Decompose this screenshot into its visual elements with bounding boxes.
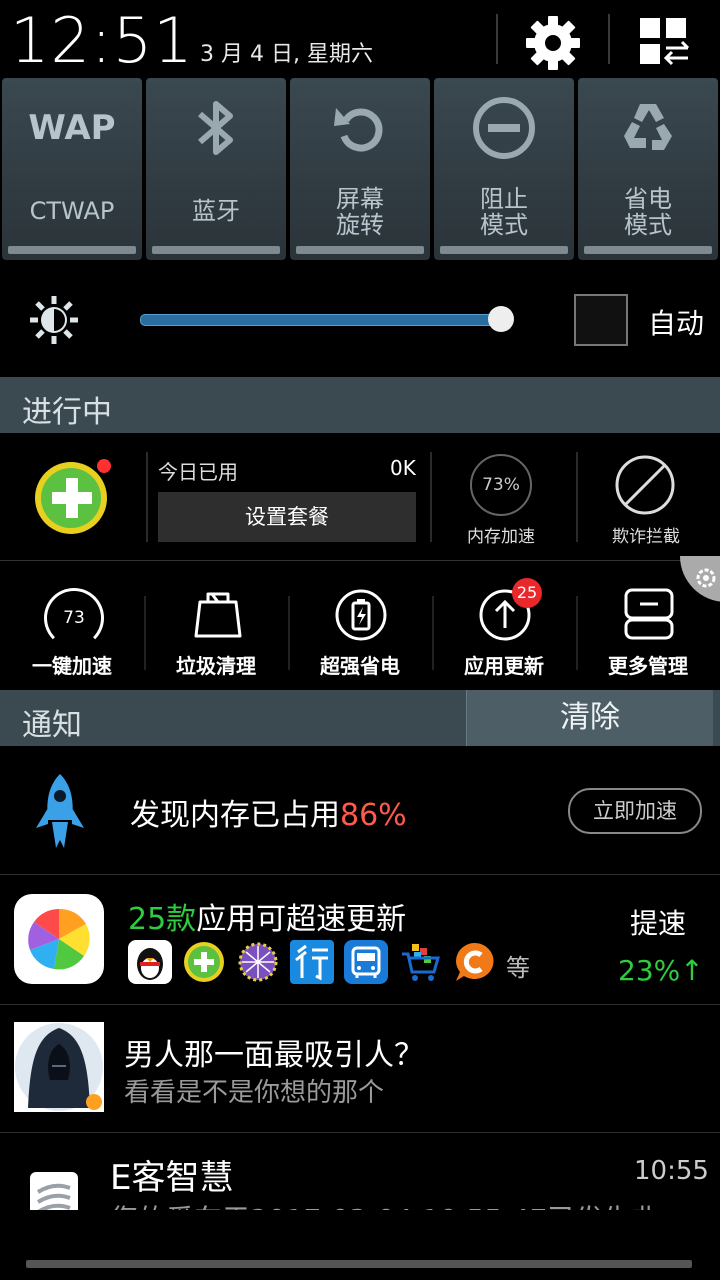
360-security-icon[interactable] bbox=[32, 456, 112, 536]
more-manage-tool[interactable]: 更多管理 bbox=[578, 584, 718, 684]
qq-penguin-icon bbox=[128, 940, 172, 984]
notifications-title: 通知 bbox=[22, 708, 82, 743]
boost-now-button[interactable]: 立即加速 bbox=[568, 788, 702, 834]
auto-brightness-checkbox[interactable] bbox=[574, 294, 628, 346]
toggle-label-line1: 阻止 bbox=[480, 185, 528, 213]
update-count-text: 25款 bbox=[128, 902, 197, 937]
fraud-block-icon[interactable] bbox=[614, 454, 676, 516]
update-title-text: 应用可超速更新 bbox=[196, 902, 407, 937]
notification-app-update[interactable]: 25款应用可超速更新 等 提速 23%↑ bbox=[0, 876, 720, 1002]
tool-label: 一键加速 bbox=[32, 654, 112, 678]
memory-notif-percent: 86% bbox=[340, 798, 407, 833]
notification-article[interactable]: 男人那一面最吸引人？ 看看是不是你想的那个 bbox=[0, 1006, 720, 1132]
block-icon bbox=[473, 97, 535, 159]
toggle-wap[interactable]: WAP CTWAP bbox=[2, 78, 142, 260]
notification-divider bbox=[0, 874, 720, 875]
toggle-label-line2: 旋转 bbox=[336, 211, 384, 239]
one-key-boost-tool[interactable]: 73 一键加速 bbox=[2, 584, 142, 684]
ongoing-title: 进行中 bbox=[22, 395, 112, 430]
travel-app-icon bbox=[290, 940, 334, 984]
manage-box-icon bbox=[624, 588, 674, 640]
set-plan-button[interactable]: 设置套餐 bbox=[158, 492, 416, 542]
app-update-tool[interactable]: 25 应用更新 bbox=[434, 578, 574, 684]
article-avatar bbox=[14, 1022, 104, 1112]
toggle-screen-rotation[interactable]: 屏幕 旋转 bbox=[290, 78, 430, 260]
trash-bag-icon bbox=[194, 592, 242, 638]
panel-divider bbox=[430, 452, 432, 542]
clear-notifications-button[interactable]: 清除 bbox=[466, 690, 713, 746]
toggle-label-line1: 省电 bbox=[624, 185, 672, 213]
boost-dial: 73 bbox=[44, 588, 104, 648]
super-power-save-tool[interactable]: 超强省电 bbox=[290, 584, 430, 684]
tool-label: 垃圾清理 bbox=[176, 654, 256, 678]
toggle-indicator bbox=[440, 246, 568, 254]
ek-subtitle: 您的爱车于2017-03-04 10:55:47已发生非 bbox=[110, 1198, 659, 1210]
article-title: 男人那一面最吸引人？ bbox=[124, 1038, 424, 1073]
panel-divider bbox=[146, 452, 148, 542]
clock-time: 12:51 bbox=[10, 4, 194, 77]
header-divider bbox=[496, 14, 498, 64]
today-used-value: 0K bbox=[390, 456, 416, 480]
rocket-icon bbox=[36, 774, 84, 848]
article-subtitle: 看看是不是你想的那个 bbox=[124, 1078, 385, 1108]
wap-icon-text: WAP bbox=[28, 108, 116, 148]
junk-clean-tool[interactable]: 垃圾清理 bbox=[146, 584, 286, 684]
toggle-label-line2: 模式 bbox=[480, 211, 528, 239]
toggle-indicator bbox=[584, 246, 712, 254]
notification-divider bbox=[0, 1004, 720, 1005]
tool-label: 应用更新 bbox=[464, 654, 544, 678]
toggle-block-mode[interactable]: 阻止 模式 bbox=[434, 78, 574, 260]
fraud-block-label: 欺诈拦截 bbox=[612, 527, 680, 547]
ek-app-icon bbox=[30, 1172, 78, 1210]
brightness-slider-track[interactable] bbox=[140, 314, 504, 326]
ongoing-section-header: 进行中 bbox=[0, 377, 720, 433]
shopping-cart-icon bbox=[398, 940, 442, 984]
ek-time: 10:55 bbox=[634, 1156, 709, 1186]
rotate-icon bbox=[334, 108, 383, 152]
toggle-bluetooth[interactable]: 蓝牙 bbox=[146, 78, 286, 260]
bottom-area bbox=[0, 1210, 720, 1280]
settings-gear-icon[interactable] bbox=[524, 14, 582, 72]
notification-divider bbox=[0, 1132, 720, 1133]
toggle-label-line2: 模式 bbox=[624, 211, 672, 239]
toggle-indicator bbox=[152, 246, 280, 254]
toggle-indicator bbox=[8, 246, 136, 254]
notification-memory[interactable]: 发现内存已占用86% 立即加速 bbox=[0, 748, 720, 874]
toggle-label: 蓝牙 bbox=[192, 197, 240, 225]
app-market-icon bbox=[14, 894, 104, 984]
brightness-icon bbox=[28, 294, 80, 346]
toggle-label: CTWAP bbox=[29, 197, 115, 225]
c-chat-icon bbox=[452, 940, 496, 984]
web-browser-icon bbox=[236, 940, 280, 984]
more-apps-etc: 等 bbox=[506, 954, 530, 982]
edit-toggles-icon[interactable] bbox=[638, 16, 692, 66]
tool-label: 更多管理 bbox=[608, 654, 688, 678]
toggle-indicator bbox=[296, 246, 424, 254]
panel-drag-handle[interactable] bbox=[26, 1260, 692, 1268]
speedup-label: 提速 bbox=[630, 907, 687, 940]
update-count-badge: 25 bbox=[512, 578, 542, 608]
auto-brightness-label: 自动 bbox=[648, 307, 705, 340]
battery-icon bbox=[335, 589, 387, 641]
toggle-power-saving[interactable]: 省电 模式 bbox=[578, 78, 718, 260]
memory-notif-text: 发现内存已占用 bbox=[130, 798, 340, 833]
notification-ek[interactable]: E客智慧 10:55 您的爱车于2017-03-04 10:55:47已发生非 bbox=[0, 1134, 720, 1210]
brightness-slider-handle[interactable] bbox=[488, 306, 514, 332]
bus-app-icon bbox=[344, 940, 388, 984]
360-security-small-icon bbox=[182, 940, 226, 984]
tool-label: 超强省电 bbox=[320, 654, 400, 678]
today-used-label: 今日已用 bbox=[158, 460, 238, 484]
speedup-value: 23%↑ bbox=[618, 954, 704, 987]
toggle-label-line1: 屏幕 bbox=[336, 185, 384, 213]
panel-separator bbox=[0, 560, 720, 561]
memory-boost-label: 内存加速 bbox=[467, 527, 535, 547]
bluetooth-icon bbox=[198, 101, 233, 155]
ek-title: E客智慧 bbox=[110, 1158, 234, 1198]
date-label: 3 月 4 日, 星期六 bbox=[200, 42, 373, 67]
panel-divider bbox=[576, 452, 578, 542]
app-icons-row: 等 bbox=[128, 940, 530, 984]
memory-percent-dial[interactable]: 73% bbox=[470, 454, 532, 516]
header-divider-2 bbox=[608, 14, 610, 64]
recycle-icon bbox=[624, 104, 672, 150]
